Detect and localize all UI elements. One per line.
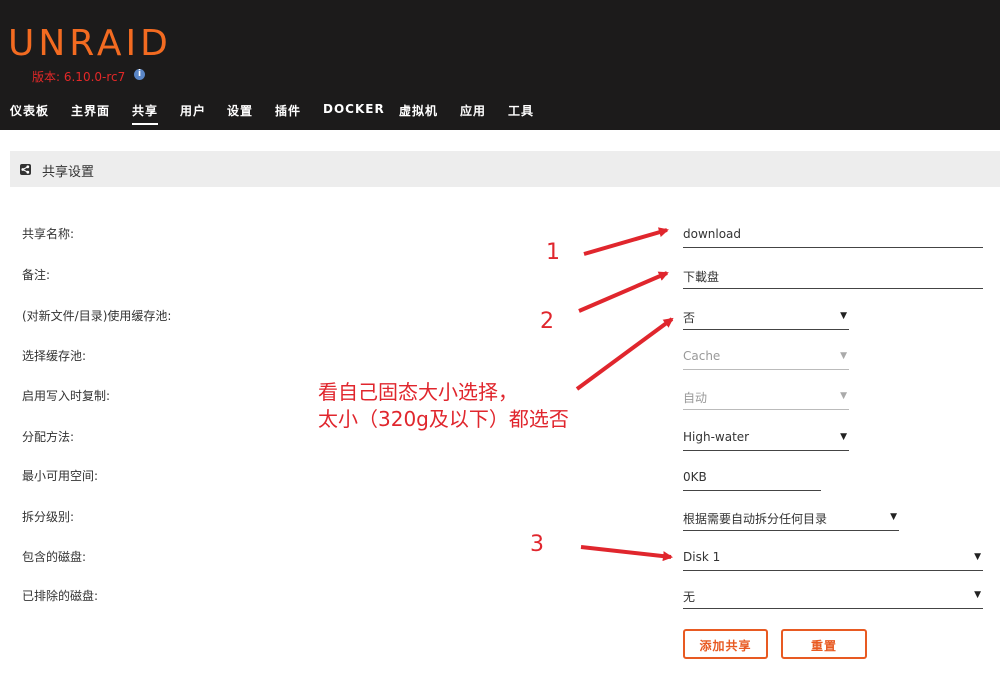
- annotation-arrow: [578, 271, 669, 313]
- annotation-number-1: 1: [546, 240, 560, 265]
- annotation-number-3: 3: [530, 532, 544, 557]
- annotation-note-line2: 太小（320g及以下）都选否: [318, 407, 569, 431]
- annotation-number-2: 2: [540, 309, 554, 334]
- annotation-arrow: [580, 545, 673, 562]
- annotation-note-line1: 看自己固态大小选择，: [318, 380, 518, 404]
- annotation-arrow: [583, 227, 669, 256]
- annotation-arrows: [575, 227, 674, 562]
- annotation-arrow: [575, 317, 674, 391]
